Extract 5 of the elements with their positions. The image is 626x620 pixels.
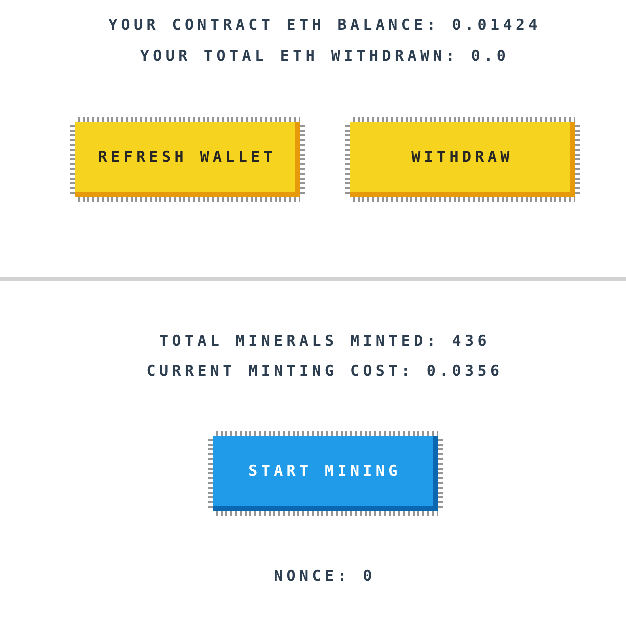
total-withdrawn-text: YOUR TOTAL ETH WITHDRAWN: 0.0 <box>140 46 510 67</box>
contract-balance-text: YOUR CONTRACT ETH BALANCE: 0.01424 <box>108 15 542 36</box>
nonce-text: NONCE: 0 <box>274 566 376 587</box>
minting-cost-text: CURRENT MINTING COST: 0.0356 <box>146 361 504 382</box>
minerals-minted-text: TOTAL MINERALS MINTED: 436 <box>160 331 490 352</box>
